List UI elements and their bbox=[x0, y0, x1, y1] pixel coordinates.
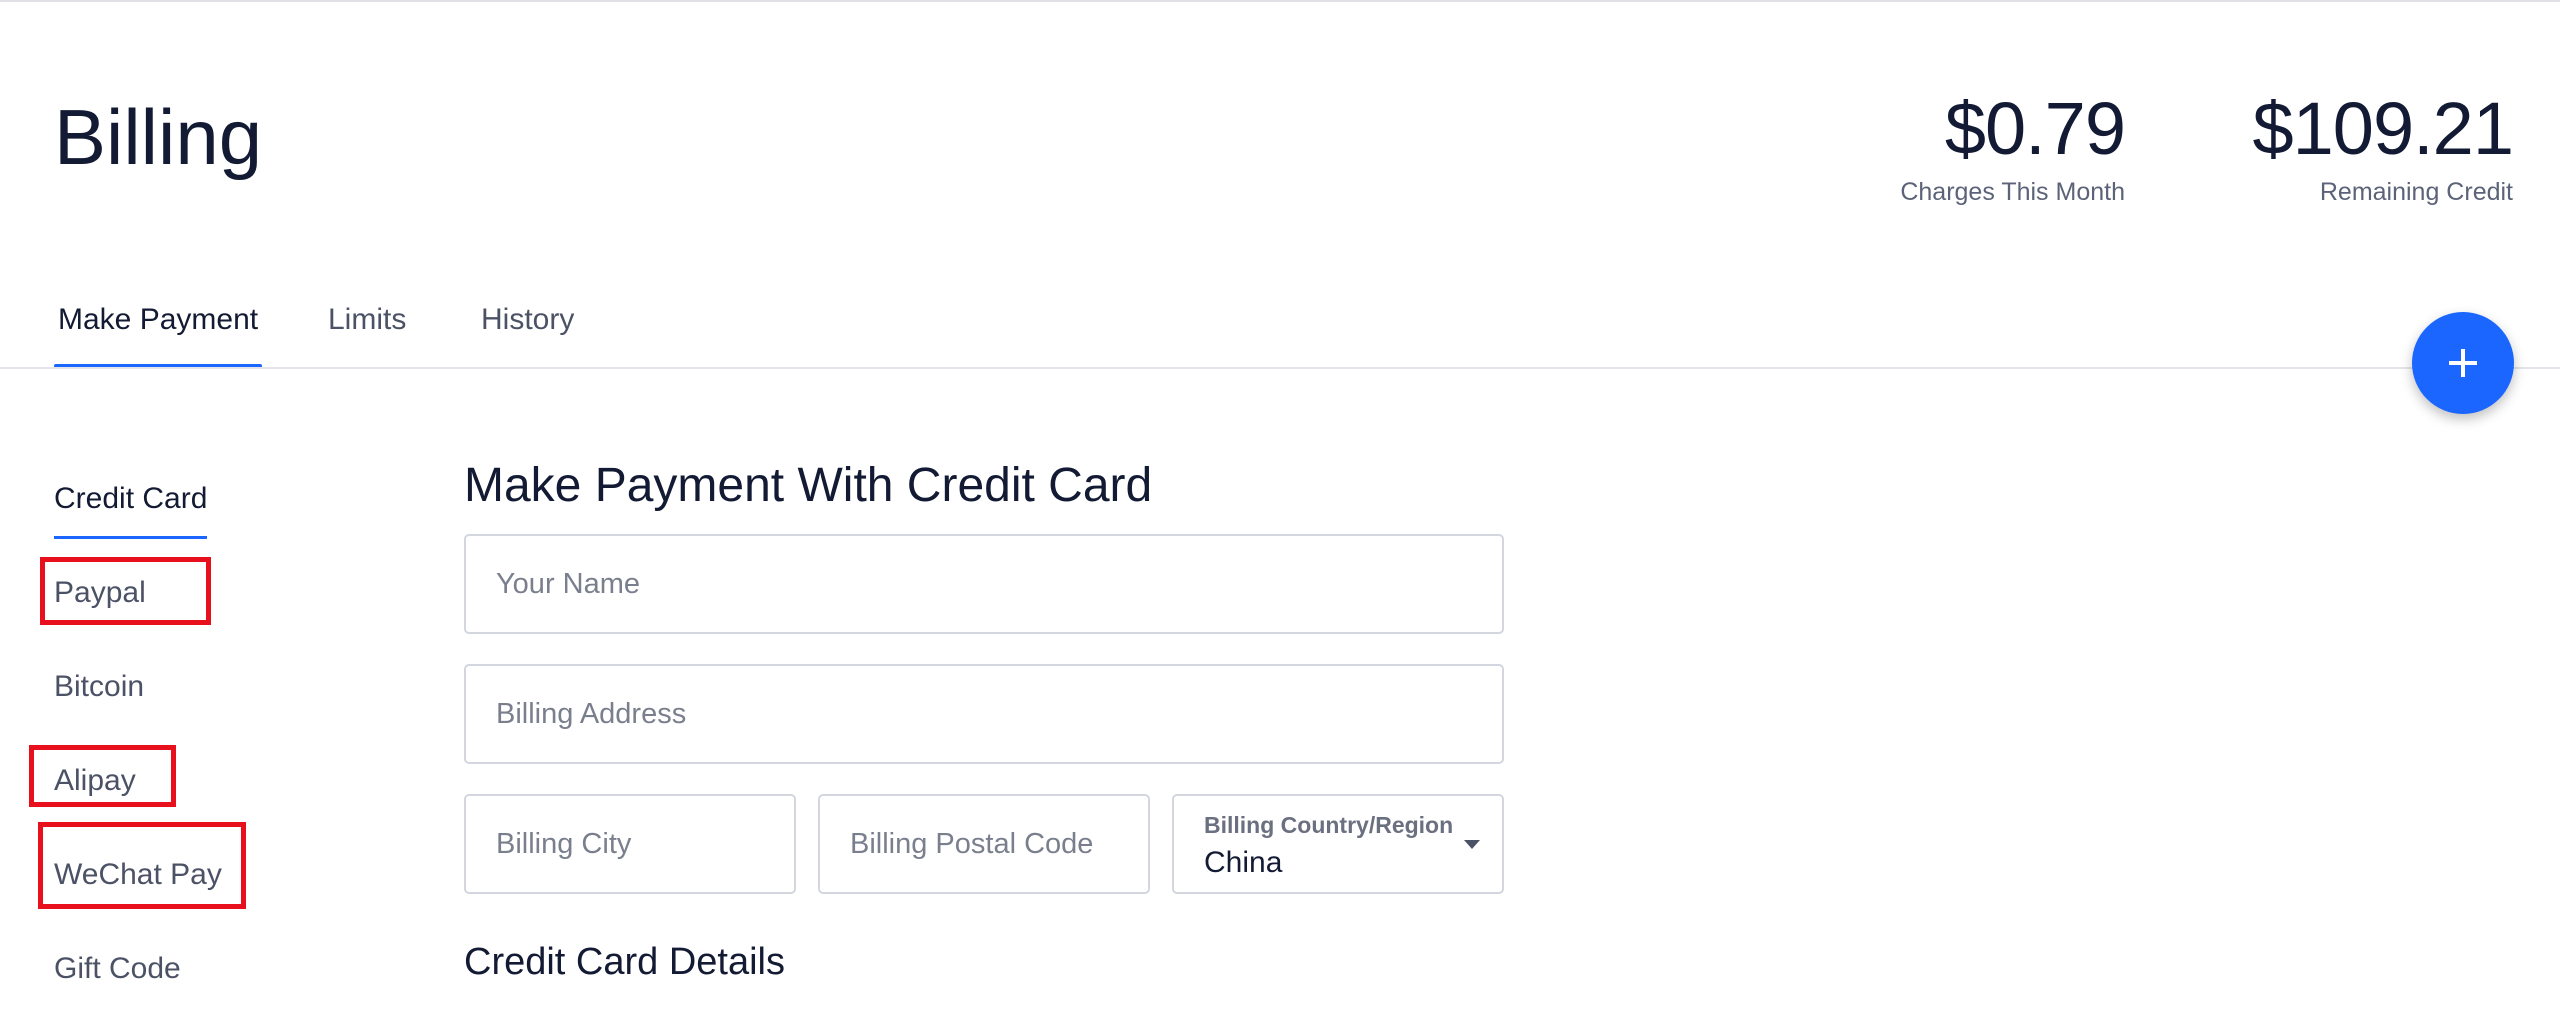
payment-method-label: Bitcoin bbox=[54, 670, 145, 703]
chevron-down-icon bbox=[1464, 840, 1480, 849]
stat-charges-this-month: $0.79 Charges This Month bbox=[1900, 87, 2126, 206]
tab-history[interactable]: History bbox=[481, 296, 574, 368]
billing-city-field bbox=[464, 794, 796, 894]
payment-method-label: Credit Card bbox=[54, 482, 208, 515]
highlight-box-paypal bbox=[40, 557, 211, 625]
tab-label: Make Payment bbox=[58, 303, 259, 336]
billing-address-field bbox=[464, 664, 1504, 764]
billing-country-label: Billing Country/Region bbox=[1204, 812, 1454, 838]
top-divider bbox=[0, 0, 2560, 2]
name-input[interactable] bbox=[466, 536, 1502, 632]
billing-country-value: China bbox=[1204, 846, 1283, 879]
billing-postal-code-field bbox=[818, 794, 1150, 894]
tab-limits[interactable]: Limits bbox=[328, 296, 406, 368]
payment-method-credit-card[interactable]: Credit Card bbox=[54, 482, 208, 539]
billing-country-select[interactable]: Billing Country/Region China bbox=[1172, 794, 1504, 894]
payment-method-label: Gift Code bbox=[54, 952, 181, 985]
billing-postal-code-input[interactable] bbox=[820, 796, 1148, 892]
tabs-divider bbox=[0, 367, 2560, 369]
billing-address-input[interactable] bbox=[466, 666, 1502, 762]
highlight-box-wechat-pay bbox=[38, 822, 246, 909]
stat-remaining-credit: $109.21 Remaining Credit bbox=[2253, 92, 2514, 205]
billing-city-input[interactable] bbox=[466, 796, 794, 892]
stat-label: Charges This Month bbox=[1900, 178, 2125, 206]
plus-icon bbox=[2449, 349, 2477, 377]
highlight-box-alipay bbox=[29, 745, 176, 807]
active-method-indicator bbox=[54, 536, 208, 539]
form-title: Make Payment With Credit Card bbox=[464, 459, 1153, 512]
payment-method-bitcoin[interactable]: Bitcoin bbox=[54, 670, 144, 704]
payment-method-gift-code[interactable]: Gift Code bbox=[54, 952, 181, 986]
name-field bbox=[464, 534, 1504, 634]
add-button[interactable] bbox=[2412, 312, 2514, 414]
stat-value: $0.79 bbox=[1944, 87, 2126, 170]
tab-label: Limits bbox=[328, 303, 407, 336]
tab-make-payment[interactable]: Make Payment bbox=[54, 296, 262, 368]
credit-card-details-heading: Credit Card Details bbox=[464, 941, 785, 983]
tab-label: History bbox=[481, 303, 575, 336]
page-title: Billing bbox=[54, 93, 263, 181]
stat-label: Remaining Credit bbox=[2319, 178, 2513, 206]
stat-value: $109.21 bbox=[2252, 87, 2514, 170]
